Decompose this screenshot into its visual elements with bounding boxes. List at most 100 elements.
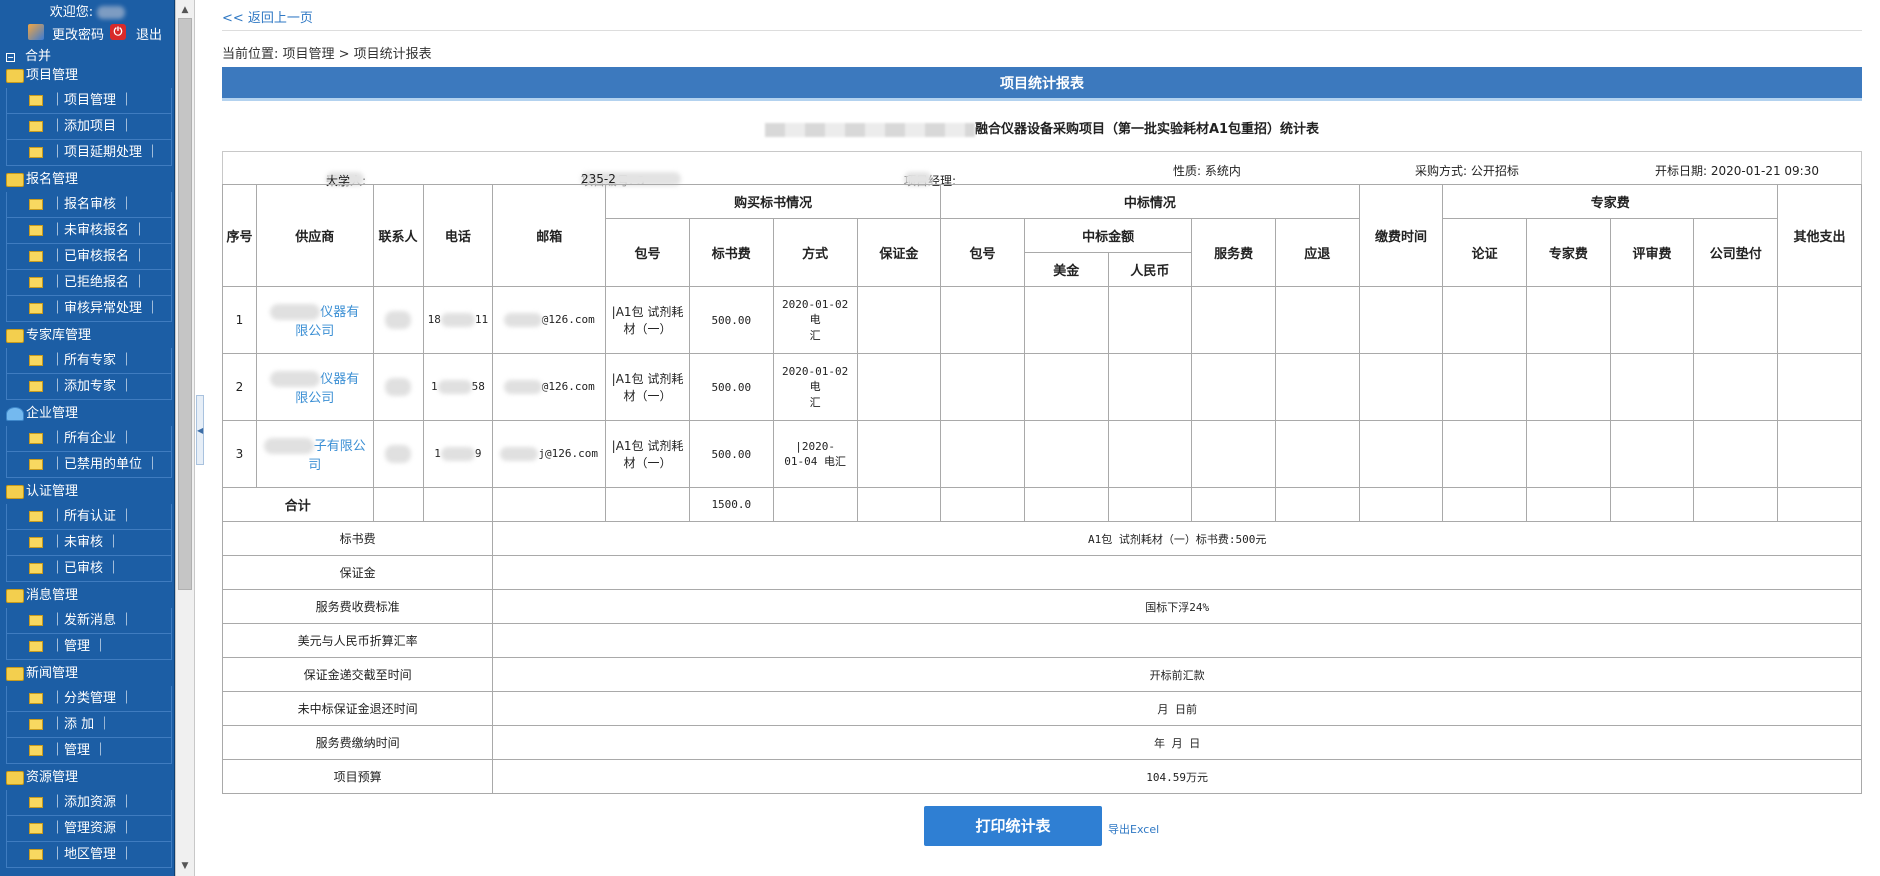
folder-icon: [29, 797, 43, 808]
total-cell: [1358, 487, 1444, 522]
sidebar-item[interactable]: ｜管理 ｜: [6, 738, 172, 764]
sidebar-item[interactable]: ｜添加项目 ｜: [6, 114, 172, 140]
folder-icon: [29, 355, 43, 366]
sidebar-item-label: ｜添 加 ｜: [51, 717, 112, 732]
summary-value: 年 月 日: [492, 725, 1862, 760]
sidebar-item[interactable]: ｜已拒绝报名 ｜: [6, 270, 172, 296]
sidebar-item-label: ｜未审核报名 ｜: [51, 223, 147, 238]
header-win-amount: 中标金额: [1023, 218, 1193, 253]
sidebar-collapse-handle[interactable]: ◀: [196, 395, 204, 465]
total-cell: [1442, 487, 1528, 522]
sidebar-item[interactable]: ｜审核异常处理 ｜: [6, 296, 172, 322]
sidebar-group-1[interactable]: 报名管理: [0, 169, 175, 191]
sidebar-scrollbar[interactable]: ▲ ▼: [175, 0, 195, 876]
back-link[interactable]: << 返回上一页: [222, 7, 313, 26]
empty-cell: [1693, 286, 1779, 354]
sidebar-item[interactable]: ｜报名审核 ｜: [6, 192, 172, 218]
sidebar-item[interactable]: ｜管理资源 ｜: [6, 816, 172, 842]
sidebar-item-label: ｜所有企业 ｜: [51, 431, 134, 446]
email-cell: @126.com: [492, 353, 607, 421]
sidebar-group-4[interactable]: 认证管理: [0, 481, 175, 503]
sidebar-group-6[interactable]: 新闻管理: [0, 663, 175, 685]
total-cell: [492, 487, 607, 522]
total-cell: [1693, 487, 1779, 522]
empty-cell: [1442, 420, 1528, 488]
sidebar-item[interactable]: ｜添加资源 ｜: [6, 790, 172, 816]
supplier-link[interactable]: 仪器有 限公司: [255, 286, 374, 354]
package-cell: |A1包 试剂耗 材（一）: [605, 286, 690, 354]
supplier-link[interactable]: 子有限公司: [255, 420, 374, 488]
change-password-link[interactable]: 更改密码: [52, 24, 104, 43]
sidebar-item-label: ｜管理 ｜: [51, 743, 108, 758]
logout-icon[interactable]: ⏻: [110, 24, 126, 40]
contact-redacted: [385, 311, 412, 329]
doc-fee-cell: 500.00: [688, 353, 774, 421]
summary-row: 服务费收费标准 国标下浮24%: [221, 589, 1862, 624]
summary-label: 服务费收费标准: [221, 589, 494, 624]
phone-cell: 18 11: [422, 286, 494, 354]
title-redacted: [764, 122, 975, 137]
sidebar-group-7[interactable]: 资源管理: [0, 767, 175, 789]
header-expert-group: 专家费: [1442, 184, 1779, 219]
scroll-up-icon[interactable]: ▲: [176, 2, 194, 18]
print-report-button[interactable]: 打印统计表: [924, 806, 1102, 846]
summary-value: [492, 555, 1862, 590]
sidebar-item[interactable]: ｜项目延期处理 ｜: [6, 140, 172, 166]
total-cell: [1023, 487, 1109, 522]
sidebar-item[interactable]: ｜所有专家 ｜: [6, 348, 172, 374]
sidebar-item[interactable]: ｜所有企业 ｜: [6, 426, 172, 452]
summary-row: 标书费 A1包 试剂耗材（一）标书费:500元: [221, 521, 1862, 556]
total-cell: [856, 487, 942, 522]
summary-row: 服务费缴纳时间年 月 日: [221, 725, 1862, 760]
empty-cell: [1777, 353, 1862, 421]
statistics-table: 序号 供应商 联系人 电话 邮箱 购买标书情况 中标情况 缴费时间 专家费 其他…: [221, 184, 1862, 794]
sidebar-item[interactable]: ｜添 加 ｜: [6, 712, 172, 738]
total-cell: [772, 487, 858, 522]
sidebar-item-label: ｜分类管理 ｜: [51, 691, 134, 706]
folder-icon: [29, 537, 43, 548]
sidebar-group-5[interactable]: 消息管理: [0, 585, 175, 607]
folder-icon: [29, 511, 43, 522]
supplier-link[interactable]: 仪器有 限公司: [255, 353, 374, 421]
sidebar-item[interactable]: ｜未审核 ｜: [6, 530, 172, 556]
sidebar-item[interactable]: ｜已审核 ｜: [6, 556, 172, 582]
sidebar-item[interactable]: ｜地区管理 ｜: [6, 842, 172, 868]
empty-cell: [1609, 353, 1695, 421]
sidebar-item[interactable]: ｜添加专家 ｜: [6, 374, 172, 400]
sidebar-item-label: ｜添加项目 ｜: [51, 119, 134, 134]
empty-cell: [856, 420, 942, 488]
export-excel-link[interactable]: 导出Excel: [1108, 821, 1159, 837]
folder-icon: [29, 95, 43, 106]
sidebar-item-label: ｜已审核报名 ｜: [51, 249, 147, 264]
purchase-method-label: 采购方式: 公开招标: [1415, 164, 1519, 178]
scroll-thumb[interactable]: [178, 18, 192, 590]
total-cell: [1274, 487, 1360, 522]
sidebar-group-0[interactable]: 项目管理: [0, 65, 175, 87]
folder-icon: [29, 251, 43, 262]
method-cell: 2020-01-02 电汇: [772, 286, 858, 354]
empty-cell: [1442, 353, 1528, 421]
sidebar-item[interactable]: ｜已审核报名 ｜: [6, 244, 172, 270]
sidebar-item[interactable]: ｜分类管理 ｜: [6, 686, 172, 712]
sidebar-item[interactable]: ｜发新消息 ｜: [6, 608, 172, 634]
sidebar-item[interactable]: ｜所有认证 ｜: [6, 504, 172, 530]
table-row: 2 仪器有 限公司 1 58 @126.com |A1包 试剂耗 材（一） 500.00 2020…: [222, 353, 1862, 421]
sidebar-item[interactable]: ｜已禁用的单位 ｜: [6, 452, 172, 478]
sidebar-item[interactable]: ｜项目管理 ｜: [6, 88, 172, 114]
sidebar-item[interactable]: ｜管理 ｜: [6, 634, 172, 660]
open-date-label: 开标日期: 2020-01-21 09:30: [1655, 164, 1819, 178]
merge-toggle[interactable]: − 合并: [6, 45, 51, 64]
sidebar-group-3[interactable]: 企业管理: [0, 403, 175, 425]
header-seq: 序号: [222, 184, 257, 287]
header-other: 其他支出: [1777, 184, 1862, 287]
sidebar-item[interactable]: ｜未审核报名 ｜: [6, 218, 172, 244]
username-redacted: [97, 6, 126, 19]
sidebar-group-2[interactable]: 专家库管理: [0, 325, 175, 347]
scroll-down-icon[interactable]: ▼: [176, 858, 194, 874]
logout-link[interactable]: 退出: [136, 24, 162, 43]
total-cell: [605, 487, 690, 522]
total-cell: [1777, 487, 1862, 522]
sidebar-group-label: 资源管理: [26, 770, 79, 785]
folder-icon: [6, 589, 24, 603]
sidebar-item-label: ｜项目管理 ｜: [51, 93, 134, 108]
